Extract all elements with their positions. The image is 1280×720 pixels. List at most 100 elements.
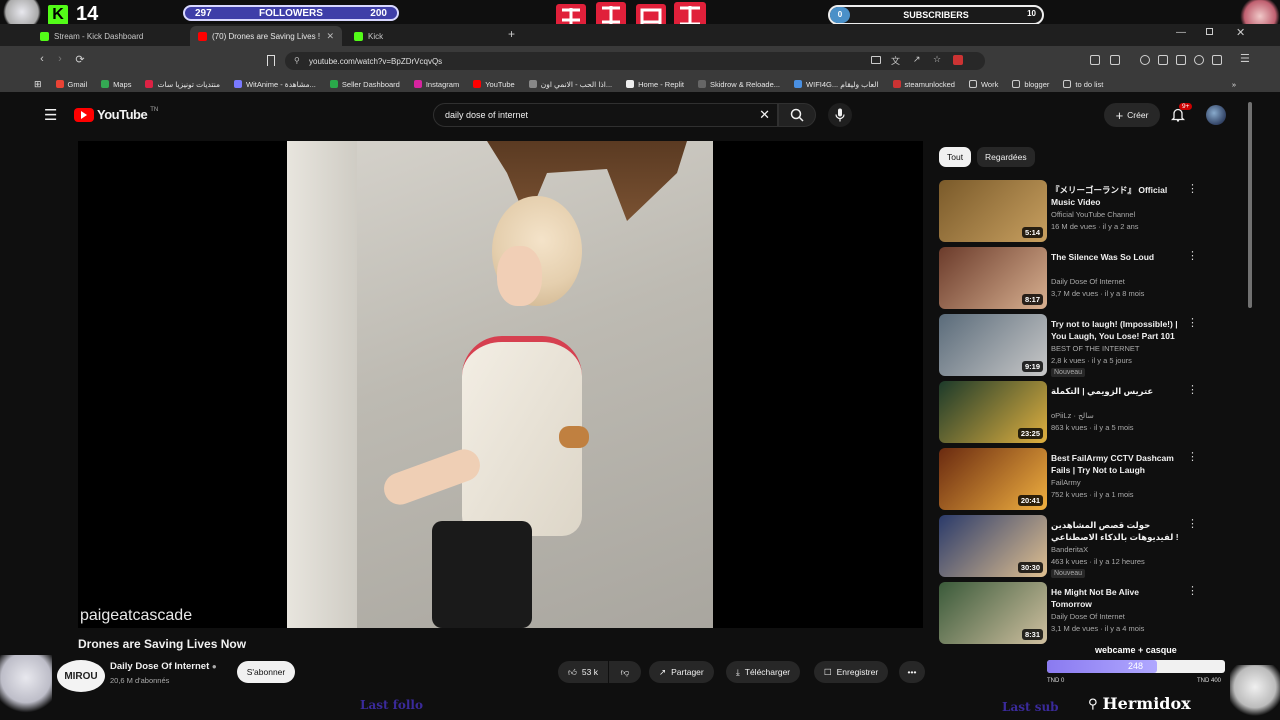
address-bar[interactable]: ⚲ youtube.com/watch?v=BpZDrVcqvQs 文 ↗ ☆ [285,52,985,70]
video-thumbnail[interactable]: 5:14 [939,180,1047,242]
more-vertical-icon[interactable]: ⋮ [1187,182,1198,195]
tab-kick[interactable]: Kick [346,26,496,46]
recommendation-title[interactable]: 『メリーゴーランド』 Official Music Video [1051,184,1181,208]
bookmark-tunisia-sat[interactable]: منتديات تونيزيا سات [138,80,227,89]
search-button[interactable] [778,103,816,127]
more-vertical-icon[interactable]: ⋮ [1187,316,1198,329]
youtube-logo[interactable]: YouTube TN [74,107,158,122]
bookmark-skidrow[interactable]: Skidrow & Reloade... [691,80,787,89]
recommendation-title[interactable]: عتريس الزويمي | التكملة [1051,385,1181,397]
bookmark-icon[interactable] [267,55,275,66]
subscribe-button[interactable]: S'abonner [237,661,295,683]
bookmark-witanime[interactable]: WitAnime - مشاهدة... [227,80,323,89]
recommendation-card[interactable]: 20:41 Best FailArmy CCTV Dashcam Fails | … [939,448,1239,510]
bookmark-folder-work[interactable]: Work [962,80,1005,89]
menu-icon[interactable]: ☰ [1240,52,1250,65]
video-thumbnail[interactable]: 9:19 [939,314,1047,376]
sidebar-icon[interactable] [1176,55,1186,65]
restore-icon[interactable] [1206,28,1213,35]
media-icon[interactable] [1110,55,1120,65]
dislike-button[interactable]: 👎︎ [609,661,641,683]
tab-youtube-video[interactable]: (70) Drones are Saving Lives ! ✕ [190,26,342,46]
more-vertical-icon[interactable]: ⋮ [1187,517,1198,530]
chip-all[interactable]: Tout [939,147,972,167]
recommendation-title[interactable]: Best FailArmy CCTV Dashcam Fails | Try N… [1051,452,1181,476]
like-button[interactable]: 👍︎ 53 k [558,661,608,683]
video-thumbnail[interactable]: 8:17 [939,247,1047,309]
clear-search-icon[interactable]: ✕ [759,107,770,123]
share-button[interactable]: ↗ Partager [649,661,714,683]
recommendation-card[interactable]: 8:31 He Might Not Be Alive Tomorrow Daily … [939,582,1239,644]
reading-list-icon[interactable] [1158,55,1168,65]
minimize-icon[interactable]: — [1176,27,1186,38]
bookmark-maps[interactable]: Maps [94,80,138,89]
downloads-icon[interactable] [1194,55,1204,65]
music-icon[interactable] [1140,55,1150,65]
bookmark-instagram[interactable]: Instagram [407,80,466,89]
download-button[interactable]: ⤓ Télécharger [726,661,801,683]
bookmark-anime[interactable]: اذا الحب - الانمي اون... [522,80,619,89]
recommendation-card[interactable]: 30:30 حولت قصص المشاهدين لفيديوهات بالذكا… [939,515,1239,578]
extensions-icon[interactable] [1090,55,1100,65]
video-frame[interactable] [287,141,713,628]
more-actions-button[interactable]: ••• [899,661,925,683]
bookmark-gmail[interactable]: Gmail [49,80,95,89]
bookmark-wifi4g[interactable]: WIFI4G... العاب وليقام [787,80,885,89]
reload-icon[interactable]: ⟳ [72,53,88,66]
more-vertical-icon[interactable]: ⋮ [1187,249,1198,262]
cast-icon[interactable] [871,56,881,64]
notifications-button[interactable]: 9+ [1170,103,1193,127]
video-thumbnail[interactable]: 23:25 [939,381,1047,443]
video-thumbnail[interactable]: 20:41 [939,448,1047,510]
video-thumbnail[interactable]: 30:30 [939,515,1047,577]
bookmark-replit[interactable]: Home - Replit [619,80,691,89]
extension-red-icon[interactable] [953,55,963,65]
channel-name[interactable]: Daily Dose Of Internet ● [110,661,217,672]
recommendation-channel[interactable]: Daily Dose Of Internet [1051,612,1125,621]
bookmark-folder-todo[interactable]: to do list [1056,80,1110,89]
bookmark-seller-dashboard[interactable]: Seller Dashboard [323,80,407,89]
share-page-icon[interactable]: ↗ [913,54,921,65]
save-button[interactable]: ☐ Enregistrer [814,661,889,683]
more-bookmarks-icon[interactable]: » [1225,80,1280,89]
bookmark-steamunlocked[interactable]: steamunlocked [886,80,962,89]
tab-kick-dashboard[interactable]: Stream - Kick Dashboard [32,26,188,46]
translate-icon[interactable]: 文 [891,54,900,67]
create-button[interactable]: + Créer [1104,103,1160,127]
bookmark-youtube[interactable]: YouTube [466,80,521,89]
video-thumbnail[interactable]: 8:31 [939,582,1047,644]
account-avatar[interactable] [1206,105,1226,125]
recommendation-channel[interactable]: oPiiLz · سالح [1051,411,1094,420]
forward-icon[interactable]: › [52,53,68,65]
recommendation-card[interactable]: 8:17 The Silence Was So Loud Daily Dose Of… [939,247,1239,309]
channel-avatar[interactable]: MIROU [57,660,105,692]
window-close-icon[interactable]: ✕ [1236,26,1245,39]
new-tab-icon[interactable]: + [508,27,515,41]
more-vertical-icon[interactable]: ⋮ [1187,383,1198,396]
recommendation-card[interactable]: 9:19 Try not to laugh! (Impossible!) | Yo… [939,314,1239,377]
recommendation-title[interactable]: Try not to laugh! (Impossible!) | You La… [1051,318,1181,342]
recommendation-title[interactable]: The Silence Was So Loud [1051,251,1181,263]
search-input[interactable]: daily dose of internet ✕ [433,103,778,127]
recommendation-channel[interactable]: FailArmy [1051,478,1081,487]
star-icon[interactable]: ☆ [933,54,941,65]
more-vertical-icon[interactable]: ⋮ [1187,450,1198,463]
bookmark-folder-blogger[interactable]: blogger [1005,80,1056,89]
close-tab-icon[interactable]: ✕ [326,31,334,42]
ai-icon[interactable] [1212,55,1222,65]
hamburger-menu-icon[interactable]: ☰ [44,106,57,124]
more-vertical-icon[interactable]: ⋮ [1187,584,1198,597]
recommendation-channel[interactable]: BEST OF THE INTERNET [1051,344,1139,353]
voice-search-button[interactable] [828,103,852,127]
page-scrollbar[interactable] [1248,102,1252,308]
recommendation-title[interactable]: He Might Not Be Alive Tomorrow [1051,586,1181,610]
recommendation-channel[interactable]: Official YouTube Channel [1051,210,1135,219]
site-info-icon[interactable]: ⚲ [294,56,300,65]
recommendation-card[interactable]: 23:25 عتريس الزويمي | التكملة oPiiLz · سال… [939,381,1239,443]
chip-watched[interactable]: Regardées [977,147,1035,167]
back-icon[interactable]: ‹ [34,53,50,65]
recommendation-title[interactable]: حولت قصص المشاهدين لفيديوهات بالذكاء الا… [1051,519,1181,543]
recommendation-channel[interactable]: Daily Dose Of Internet [1051,277,1125,286]
recommendation-card[interactable]: 5:14 『メリーゴーランド』 Official Music Video Offic… [939,180,1239,242]
apps-icon[interactable]: ⊞ [0,79,49,90]
